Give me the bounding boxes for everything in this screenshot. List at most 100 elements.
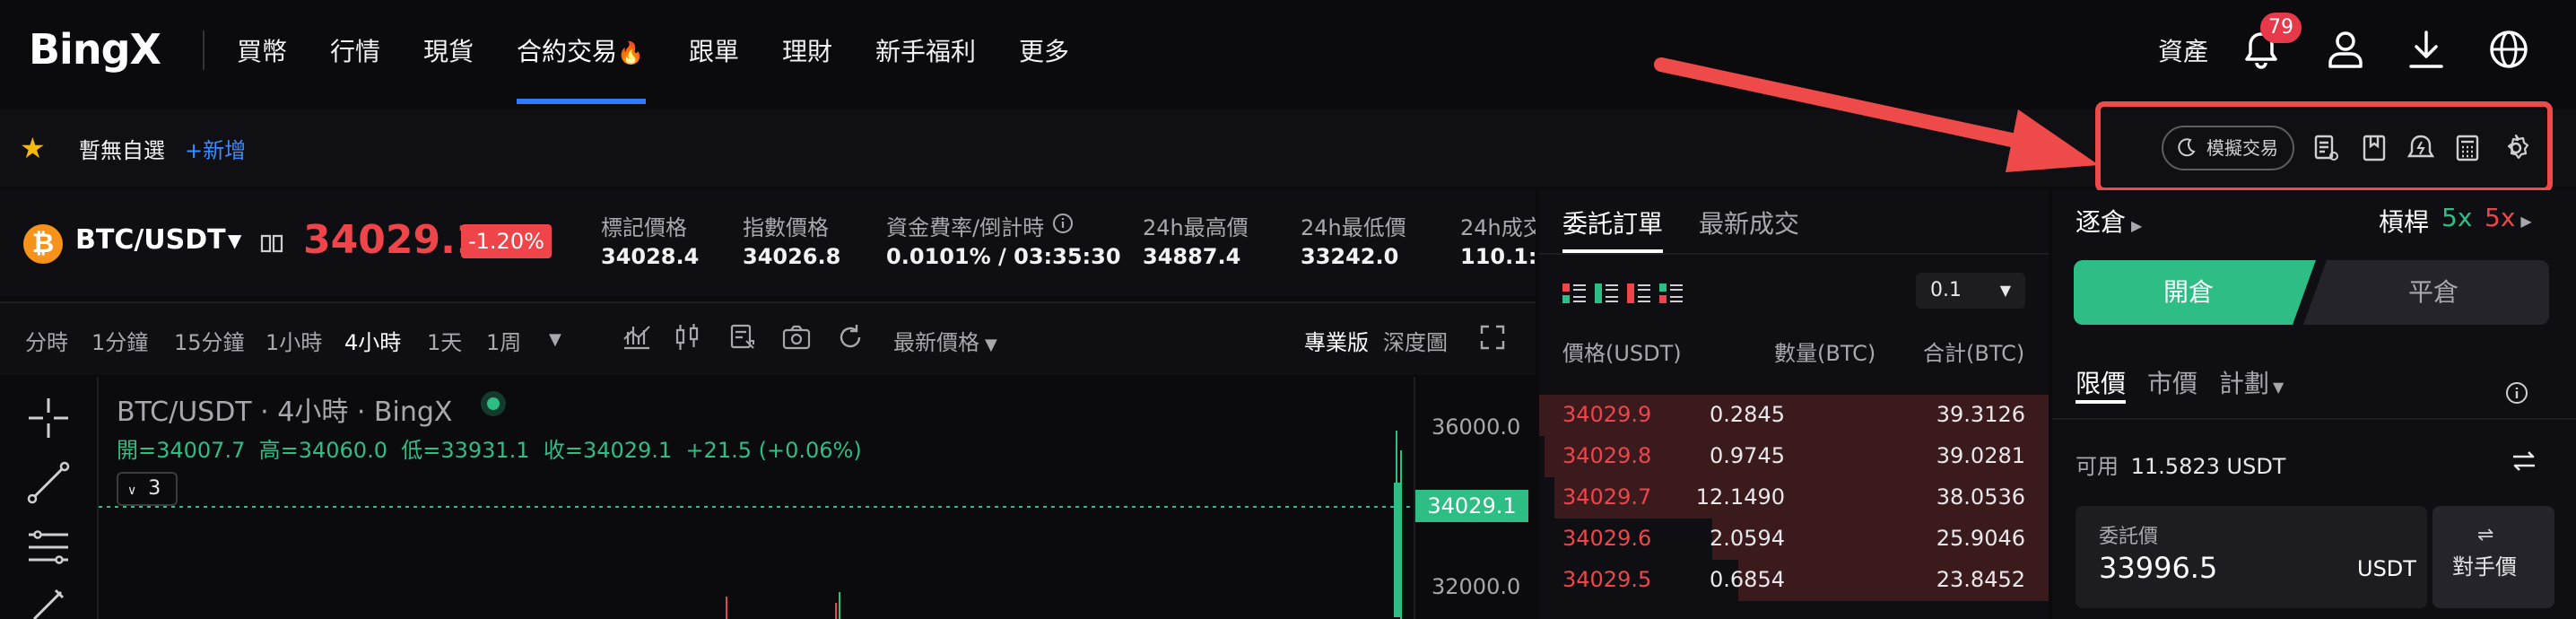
timeframe-1d[interactable]: 1天 <box>427 325 462 356</box>
timeframe-1w[interactable]: 1周 <box>486 325 521 356</box>
tab-recent-trades[interactable]: 最新成交 <box>1699 205 1799 240</box>
trend-line-icon[interactable] <box>25 459 72 506</box>
high-24h-label: 24h最高價 <box>1143 215 1249 240</box>
leverage-caret-icon: ▶ <box>2520 213 2532 230</box>
ask-price: 34029.6 <box>1562 526 1652 551</box>
volume-24h-value: 110.1: <box>1460 244 1536 269</box>
book-both-sides-icon[interactable] <box>1561 280 1588 307</box>
nav-item-earn[interactable]: 理財 <box>782 32 832 68</box>
ask-row[interactable]: 34029.6 2.0594 25.9046 <box>1539 519 2049 560</box>
ob-header-price: 價格(USDT) <box>1562 341 1682 366</box>
nav-item-more[interactable]: 更多 <box>1019 32 1069 68</box>
globe-icon[interactable] <box>2486 27 2531 72</box>
order-type-limit[interactable]: 限價 <box>2076 364 2126 400</box>
refresh-icon[interactable] <box>834 321 866 353</box>
indicators-icon[interactable] <box>621 321 653 353</box>
last-price: 34029.1 <box>303 217 483 263</box>
timeframe-1m[interactable]: 1分鐘 <box>91 325 148 356</box>
book-split-icon[interactable] <box>1658 280 1684 307</box>
timeframe-more-caret-icon[interactable]: ▼ <box>549 330 561 349</box>
order-type-info-icon[interactable] <box>2504 380 2529 405</box>
counterparty-price-label: 對手價 <box>2452 554 2517 580</box>
order-type-underline <box>2076 400 2126 404</box>
nav-item-futures-label: 合約交易 <box>517 37 618 66</box>
y-tick-36000: 36000.0 <box>1432 414 1521 440</box>
nav-item-newbie-rewards[interactable]: 新手福利 <box>875 32 976 68</box>
precision-caret-icon: ▼ <box>1999 282 2011 299</box>
no-favorites-text: 暫無自選 <box>79 138 165 163</box>
open-position-button[interactable]: 開倉 <box>2074 260 2303 325</box>
close-position-button[interactable]: 平倉 <box>2318 260 2549 325</box>
ask-quantity: 0.2845 <box>1710 402 1785 427</box>
ask-price: 34029.7 <box>1562 484 1652 510</box>
ask-total: 25.9046 <box>1936 526 2025 551</box>
fire-icon: 🔥 <box>617 40 644 65</box>
download-icon[interactable] <box>2404 27 2449 72</box>
precision-selector[interactable]: 0.1 ▼ <box>1916 273 2025 309</box>
book-asks-only-icon[interactable] <box>1625 280 1652 307</box>
index-price-label: 指數價格 <box>743 215 829 240</box>
bingx-logo[interactable]: BingX <box>29 25 161 74</box>
funding-rate-value: 0.0101% / 03:35:30 <box>886 244 1121 269</box>
contract-info-icon[interactable] <box>258 230 285 257</box>
timeframe-1h[interactable]: 1小時 <box>265 325 322 356</box>
add-favorite-link[interactable]: +新增 <box>185 133 246 164</box>
tab-order-book[interactable]: 委託訂單 <box>1562 205 1663 240</box>
transfer-icon[interactable] <box>2510 447 2538 475</box>
order-price-unit: USDT <box>2357 556 2416 581</box>
horizontal-lines-icon[interactable] <box>25 524 72 571</box>
chart-plot-area <box>99 431 1414 619</box>
book-bids-only-icon[interactable] <box>1593 280 1620 307</box>
timeframe-time[interactable]: 分時 <box>25 325 68 356</box>
index-price-value: 34026.8 <box>743 244 841 269</box>
ask-row[interactable]: 34029.8 0.9745 39.0281 <box>1539 436 2049 477</box>
candlestick-icon[interactable] <box>671 321 703 353</box>
pair-selector[interactable]: BTC/USDT <box>75 224 226 256</box>
nav-item-markets[interactable]: 行情 <box>330 32 380 68</box>
nav-item-spot[interactable]: 現貨 <box>423 32 474 68</box>
nav-divider <box>203 31 205 70</box>
nav-item-buy-crypto[interactable]: 買幣 <box>237 32 287 68</box>
pro-view-tab[interactable]: 專業版 <box>1304 325 1369 356</box>
margin-mode-label: 逐倉 <box>2076 207 2127 237</box>
ask-total: 39.3126 <box>1936 402 2025 427</box>
order-price-value[interactable]: 33996.5 <box>2099 551 2217 585</box>
timeframe-15m[interactable]: 15分鐘 <box>174 325 245 356</box>
short-leverage[interactable]: 5x ▶ <box>2485 203 2532 232</box>
user-icon[interactable] <box>2323 27 2368 72</box>
order-type-market[interactable]: 市價 <box>2147 364 2197 400</box>
assets-link[interactable]: 資產 <box>2158 32 2208 68</box>
timeframe-4h[interactable]: 4小時 <box>344 325 401 356</box>
highlight-box <box>2095 101 2553 193</box>
nav-item-futures[interactable]: 合約交易🔥 <box>517 32 644 68</box>
price-type-selector[interactable]: 最新價格 ▼ <box>893 325 997 356</box>
camera-icon[interactable] <box>780 321 813 353</box>
ask-row[interactable]: 34029.7 12.1490 38.0536 <box>1539 477 2049 519</box>
ask-row[interactable]: 34029.5 0.6854 23.8452 <box>1539 560 2049 601</box>
template-icon[interactable] <box>727 321 759 353</box>
margin-mode-selector[interactable]: 逐倉 ▶ <box>2076 203 2142 239</box>
order-type-divider <box>2052 418 2576 420</box>
fullscreen-icon[interactable] <box>1476 321 1509 353</box>
ask-row[interactable]: 34029.9 0.2845 39.3126 <box>1539 395 2049 436</box>
long-leverage[interactable]: 5x <box>2441 203 2472 232</box>
ask-quantity: 2.0594 <box>1710 526 1785 551</box>
low-24h-value: 33242.0 <box>1301 244 1399 269</box>
short-leverage-value: 5x <box>2485 203 2516 232</box>
info-icon[interactable] <box>1051 212 1075 235</box>
available-balance: 可用 11.5823 USDT <box>2076 449 2285 480</box>
order-type-trigger-label: 計劃 <box>2219 369 2270 398</box>
caret-down-icon[interactable]: ▼ <box>228 230 241 251</box>
ask-total: 39.0281 <box>1936 443 2025 468</box>
price-change-badge: -1.20% <box>461 224 552 258</box>
depth-chart-tab[interactable]: 深度圖 <box>1383 325 1448 356</box>
brush-icon[interactable] <box>25 587 72 619</box>
ob-header-quantity: 數量(BTC) <box>1774 341 1876 366</box>
nav-item-copy-trading[interactable]: 跟單 <box>689 32 739 68</box>
price-type-caret-icon: ▼ <box>985 336 997 354</box>
precision-value: 0.1 <box>1930 279 1962 301</box>
order-type-trigger[interactable]: 計劃 ▼ <box>2219 364 2284 400</box>
crosshair-icon[interactable] <box>25 395 72 441</box>
ask-total: 23.8452 <box>1936 567 2025 592</box>
ask-price: 34029.9 <box>1562 402 1652 427</box>
